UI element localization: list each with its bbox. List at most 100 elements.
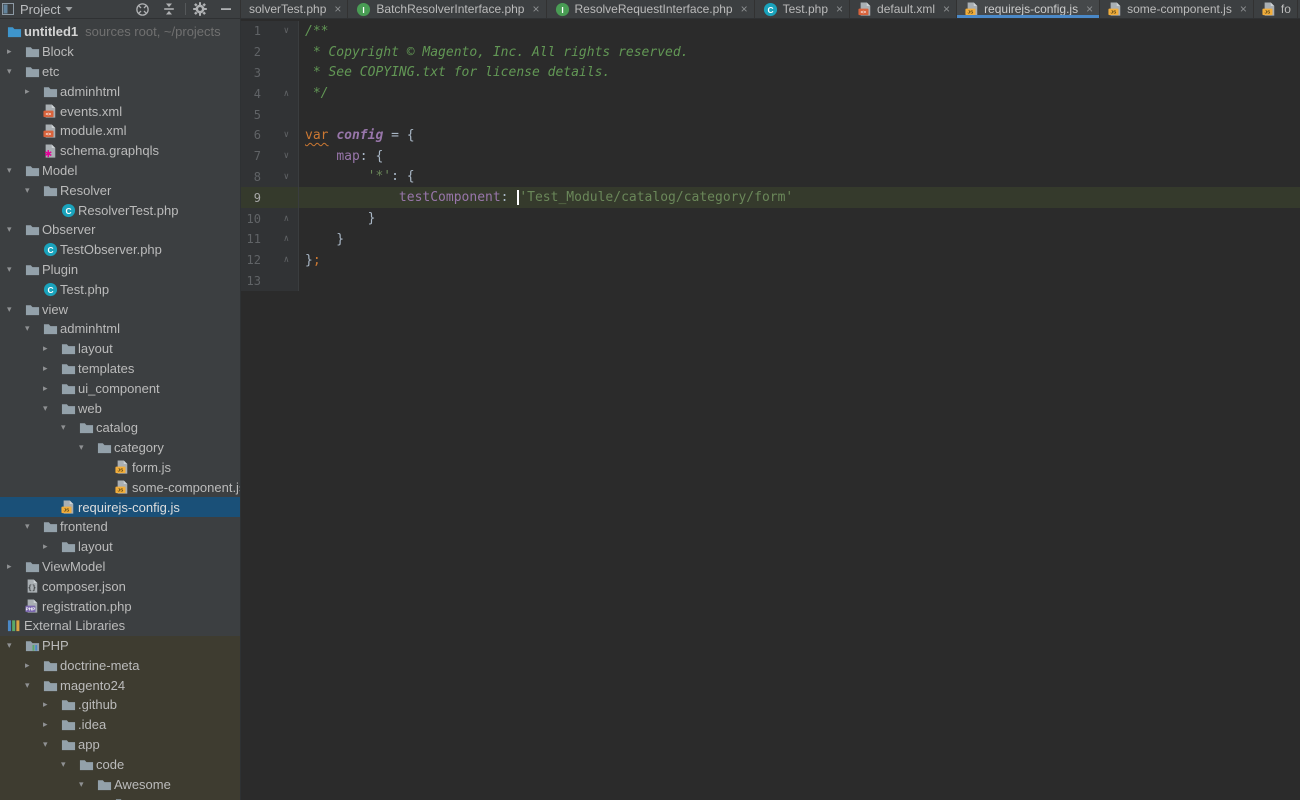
tree-row-magento24[interactable]: ▾magento24 — [0, 675, 240, 695]
code-text[interactable]: testComponent: 'Test_Module/catalog/cate… — [305, 190, 793, 205]
close-icon[interactable]: × — [1240, 3, 1247, 15]
chevron-right-icon[interactable]: ▸ — [6, 561, 25, 572]
fold-close-icon[interactable]: ∧ — [261, 234, 298, 244]
chevron-down-icon[interactable]: ▾ — [78, 442, 97, 453]
chevron-right-icon[interactable]: ▸ — [24, 660, 43, 671]
tree-row-untitled1[interactable]: untitled1sources root, ~/projects — [0, 22, 240, 42]
tree-row-registration-php[interactable]: PHPregistration.php — [0, 596, 240, 616]
fold-close-icon[interactable]: ∧ — [261, 214, 298, 224]
tree-row-model[interactable]: ▾Model — [0, 161, 240, 181]
tree-row-resolver[interactable]: ▾Resolver — [0, 180, 240, 200]
editor-line-9[interactable]: 9 testComponent: 'Test_Module/catalog/ca… — [241, 187, 1300, 208]
editor-line-1[interactable]: 1∨/** — [241, 21, 1300, 42]
editor-line-10[interactable]: 10∧ } — [241, 208, 1300, 229]
chevron-down-icon[interactable]: ▾ — [78, 779, 97, 790]
editor-line-6[interactable]: 6∨var config = { — [241, 125, 1300, 146]
chevron-right-icon[interactable]: ▸ — [42, 343, 61, 354]
tree-row-events-xml[interactable]: <>events.xml — [0, 101, 240, 121]
code-text[interactable]: * Copyright © Magento, Inc. All rights r… — [305, 45, 689, 60]
editor-tab-default-xml[interactable]: <>default.xml× — [850, 0, 957, 18]
editor-line-12[interactable]: 12∧}; — [241, 250, 1300, 271]
fold-close-icon[interactable]: ∧ — [261, 255, 298, 265]
editor-line-3[interactable]: 3 * See COPYING.txt for license details. — [241, 63, 1300, 84]
chevron-right-icon[interactable]: ▸ — [24, 86, 43, 97]
tree-row-etc[interactable]: ▾etc — [0, 62, 240, 82]
tree-row-adminhtml[interactable]: ▾adminhtml — [0, 319, 240, 339]
chevron-down-icon[interactable]: ▾ — [60, 422, 79, 433]
chevron-down-icon[interactable]: ▾ — [42, 739, 61, 750]
chevron-down-icon[interactable]: ▾ — [24, 185, 43, 196]
tree-row-some-component-js[interactable]: JSsome-component.js — [0, 477, 240, 497]
chevron-down-icon[interactable]: ▾ — [6, 640, 25, 651]
project-panel-title[interactable]: Project — [20, 2, 60, 17]
tree-row-app[interactable]: ▾app — [0, 735, 240, 755]
close-icon[interactable]: × — [334, 3, 341, 15]
chevron-down-icon[interactable]: ▾ — [6, 264, 25, 275]
chevron-right-icon[interactable]: ▸ — [6, 46, 25, 57]
tree-row-module-xml[interactable]: <>module.xml — [0, 121, 240, 141]
editor-line-8[interactable]: 8∨ '*': { — [241, 167, 1300, 188]
tree-row--idea[interactable]: ▸.idea — [0, 715, 240, 735]
editor-tab-requirejs-config-js[interactable]: JSrequirejs-config.js× — [957, 0, 1100, 18]
tree-row-frontend[interactable]: ▾frontend — [0, 517, 240, 537]
close-icon[interactable]: × — [741, 3, 748, 15]
tree-row-doctrine-meta[interactable]: ▸doctrine-meta — [0, 656, 240, 676]
tree-row-code[interactable]: ▾code — [0, 754, 240, 774]
close-icon[interactable]: × — [532, 3, 539, 15]
fold-close-icon[interactable]: ∧ — [261, 89, 298, 99]
tree-row-test-php[interactable]: CTest.php — [0, 279, 240, 299]
tree-row-blank[interactable]: ▸ — [0, 794, 240, 800]
collapse-all-icon[interactable] — [162, 2, 176, 16]
chevron-down-icon[interactable]: ▾ — [24, 521, 43, 532]
code-text[interactable]: '*': { — [305, 169, 415, 184]
close-icon[interactable]: × — [943, 3, 950, 15]
chevron-right-icon[interactable]: ▸ — [42, 699, 61, 710]
tree-row-resolvertest-php[interactable]: CResolverTest.php — [0, 200, 240, 220]
tree-row-layout[interactable]: ▸layout — [0, 339, 240, 359]
editor-tab-test-php[interactable]: CTest.php× — [755, 0, 850, 18]
editor-tab-solvertest-php[interactable]: solverTest.php× — [241, 0, 348, 18]
tree-row-plugin[interactable]: ▾Plugin — [0, 260, 240, 280]
tree-row-php[interactable]: ▾PHP — [0, 636, 240, 656]
code-text[interactable]: }; — [305, 253, 321, 268]
tree-row-view[interactable]: ▾view — [0, 299, 240, 319]
editor-line-11[interactable]: 11∧ } — [241, 229, 1300, 250]
editor-tab-fo[interactable]: JSfo — [1254, 0, 1298, 18]
editor-line-5[interactable]: 5 — [241, 104, 1300, 125]
chevron-right-icon[interactable]: ▸ — [42, 363, 61, 374]
hide-panel-icon[interactable] — [220, 3, 232, 15]
editor-tab-resolverequestinterface-php[interactable]: IResolveRequestInterface.php× — [547, 0, 755, 18]
fold-open-icon[interactable]: ∨ — [261, 172, 298, 182]
tree-row-requirejs-config-js[interactable]: JSrequirejs-config.js — [0, 497, 240, 517]
code-text[interactable]: * See COPYING.txt for license details. — [305, 65, 610, 80]
fold-open-icon[interactable]: ∨ — [261, 26, 298, 36]
code-text[interactable]: */ — [305, 86, 328, 101]
editor-line-4[interactable]: 4∧ */ — [241, 83, 1300, 104]
tree-row-testobserver-php[interactable]: CTestObserver.php — [0, 240, 240, 260]
code-text[interactable]: } — [305, 211, 375, 226]
tree-row-composer-json[interactable]: {}composer.json — [0, 576, 240, 596]
editor-tab-some-component-js[interactable]: JSsome-component.js× — [1100, 0, 1254, 18]
chevron-down-icon[interactable]: ▾ — [6, 165, 25, 176]
chevron-down-icon[interactable]: ▾ — [24, 323, 43, 334]
settings-icon[interactable] — [193, 2, 207, 16]
code-text[interactable]: } — [305, 232, 344, 247]
tree-row-block[interactable]: ▸Block — [0, 42, 240, 62]
tree-row-external-libraries[interactable]: External Libraries — [0, 616, 240, 636]
fold-open-icon[interactable]: ∨ — [261, 151, 298, 161]
tree-row-layout[interactable]: ▸layout — [0, 537, 240, 557]
editor-line-2[interactable]: 2 * Copyright © Magento, Inc. All rights… — [241, 42, 1300, 63]
tree-row-awesome[interactable]: ▾Awesome — [0, 774, 240, 794]
chevron-right-icon[interactable]: ▸ — [42, 541, 61, 552]
tree-row-ui-component[interactable]: ▸ui_component — [0, 378, 240, 398]
close-icon[interactable]: × — [1086, 3, 1093, 15]
chevron-down-icon[interactable]: ▾ — [6, 224, 25, 235]
code-text[interactable]: /** — [305, 24, 328, 39]
editor-tab-batchresolverinterface-php[interactable]: IBatchResolverInterface.php× — [348, 0, 546, 18]
project-caret-icon[interactable] — [65, 5, 73, 13]
chevron-down-icon[interactable]: ▾ — [42, 403, 61, 414]
code-text[interactable]: map: { — [305, 149, 383, 164]
chevron-down-icon[interactable]: ▾ — [24, 680, 43, 691]
tree-row--github[interactable]: ▸.github — [0, 695, 240, 715]
fold-open-icon[interactable]: ∨ — [261, 130, 298, 140]
